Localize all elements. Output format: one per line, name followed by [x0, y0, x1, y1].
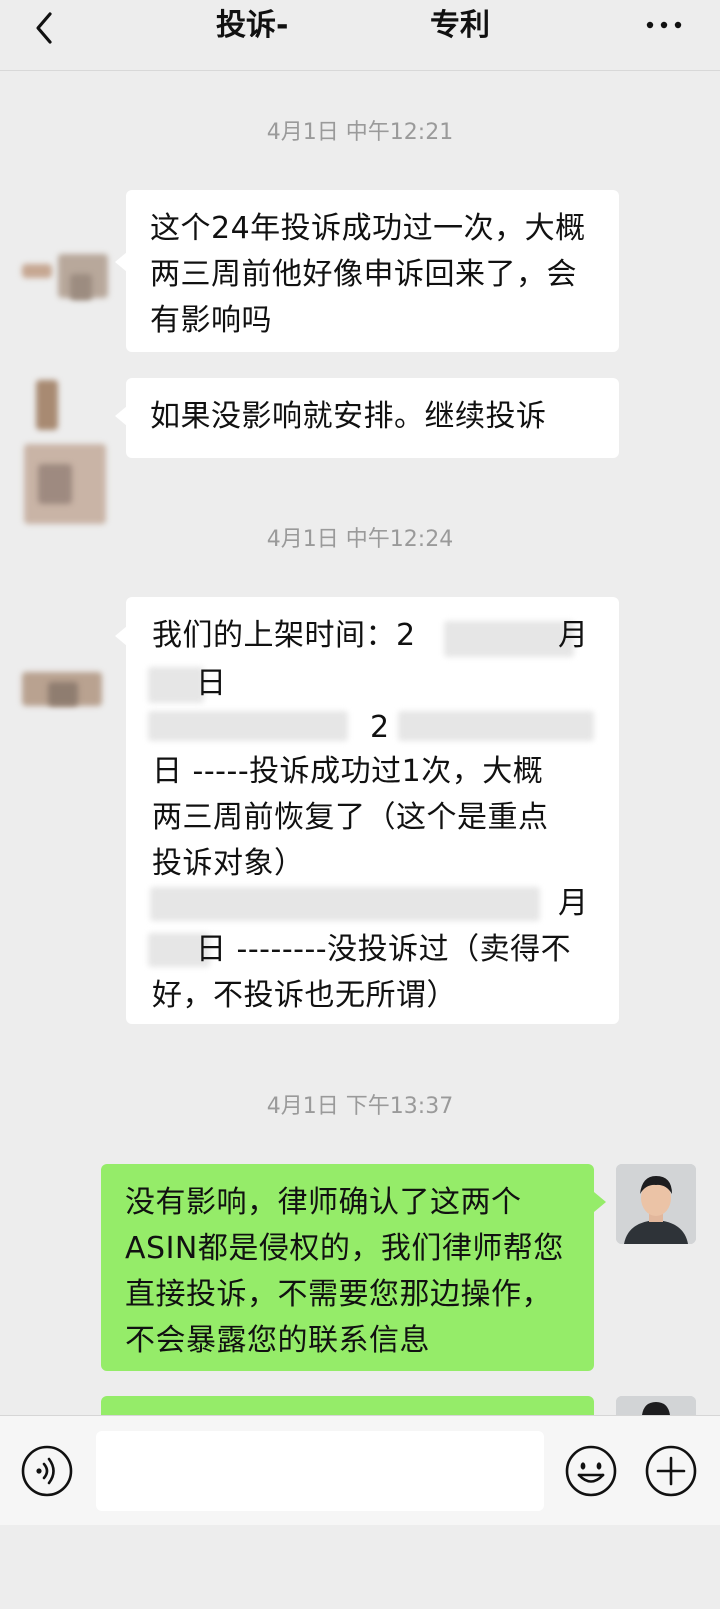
message-input[interactable]	[96, 1431, 544, 1511]
timestamp: 4月1日 中午12:21	[266, 120, 454, 145]
message-text: 2	[370, 710, 390, 745]
message-bubble-incoming[interactable]: 如果没影响就安排。继续投诉	[126, 378, 619, 458]
more-dots-icon[interactable]	[644, 18, 684, 32]
contact-avatar[interactable]	[22, 380, 112, 528]
message-bubble-incoming[interactable]: 我们的上架时间：2 月 日 2 日 -----投诉成功过1次，大概 两三周前恢复…	[126, 597, 619, 1024]
emoji-icon[interactable]	[564, 1444, 618, 1498]
timestamp: 4月1日 中午12:24	[266, 527, 454, 552]
message-text: 日	[196, 666, 227, 701]
message-bubble-outgoing[interactable]	[101, 1396, 594, 1415]
message-bubble-outgoing[interactable]: 没有影响，律师确认了这两个ASIN都是侵权的，我们律师帮您直接投诉，不需要您那边…	[101, 1164, 594, 1371]
voice-icon[interactable]	[20, 1444, 74, 1498]
back-chevron-icon[interactable]	[30, 8, 60, 48]
message-text: 日 --------没投诉过（卖得不	[196, 932, 572, 967]
message-text: 好，不投诉也无所谓）	[152, 978, 457, 1013]
message-text: 两三周前恢复了（这个是重点	[152, 800, 549, 835]
timestamp: 4月1日 下午13:37	[266, 1094, 454, 1119]
message-text: 月	[558, 886, 589, 921]
contact-avatar[interactable]	[22, 254, 112, 314]
chat-title-left: 投诉-	[216, 8, 289, 43]
message-text: 月	[558, 618, 589, 653]
contact-avatar[interactable]	[22, 668, 112, 718]
chat-header: 投诉- 专利	[0, 0, 720, 71]
chat-title-right: 专利	[430, 8, 490, 43]
message-text: 我们的上架时间：2	[152, 618, 416, 653]
plus-icon[interactable]	[644, 1444, 698, 1498]
message-text: 投诉对象）	[152, 846, 305, 881]
user-avatar-photo	[616, 1396, 696, 1415]
message-bubble-incoming[interactable]: 这个24年投诉成功过一次，大概两三周前他好像申诉回来了，会有影响吗	[126, 190, 619, 352]
user-avatar[interactable]	[616, 1396, 696, 1415]
user-avatar[interactable]	[616, 1164, 696, 1244]
input-bar	[0, 1415, 720, 1525]
user-avatar-photo	[616, 1164, 696, 1244]
message-text: 日 -----投诉成功过1次，大概	[152, 754, 544, 789]
